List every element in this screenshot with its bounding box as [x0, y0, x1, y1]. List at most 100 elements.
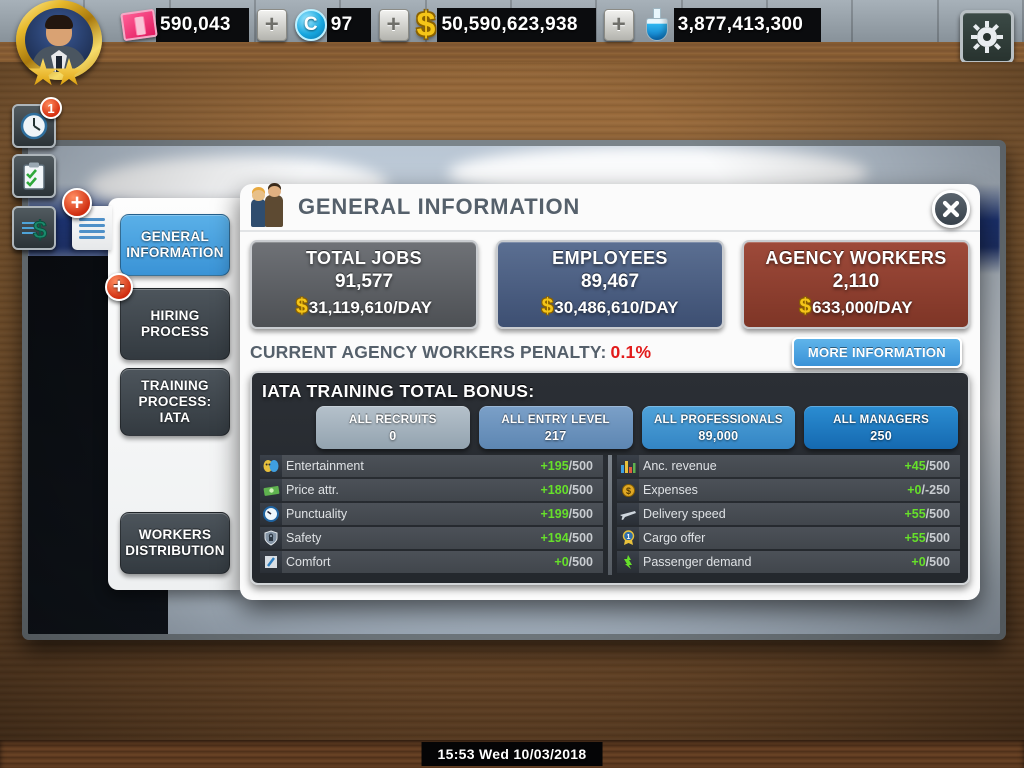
bonus-amount: +180 — [540, 483, 569, 497]
resource-strip: 590,043 C 97 $ 50,590,623,938 3,877,413,… — [120, 6, 822, 44]
card-rate-value: 633,000/DAY — [812, 298, 913, 317]
ticket-icon — [120, 8, 158, 42]
medal-icon: 1 — [617, 527, 639, 549]
bonus-max: /-250 — [921, 483, 951, 497]
tool-button-clock[interactable]: 1 — [12, 97, 62, 148]
card-value: 89,467 — [580, 271, 640, 292]
card-rate: $30,486,610/DAY — [502, 295, 718, 319]
player-avatar[interactable] — [8, 0, 108, 90]
hiring-add-badge[interactable]: + — [105, 273, 133, 301]
card-rate: $633,000/DAY — [748, 295, 964, 319]
svg-text:$: $ — [625, 486, 630, 496]
bonus-row-cargo-offer: 1 Cargo offer +55/500 — [617, 527, 960, 549]
summary-card-total-jobs: TOTAL JOBS 91,577 $31,119,610/DAY — [250, 240, 478, 329]
penalty-label: CURRENT AGENCY WORKERS PENALTY: — [250, 341, 607, 362]
bonus-max: /500 — [568, 483, 593, 497]
bonus-amount: +195 — [540, 459, 569, 473]
close-icon — [942, 200, 960, 218]
bonus-row-entertainment: Entertainment +195/500 — [260, 455, 603, 477]
card-title: AGENCY WORKERS — [765, 248, 947, 268]
column-divider — [608, 455, 612, 575]
airplane-icon — [617, 503, 639, 525]
hamburger-menu-icon — [79, 223, 105, 227]
resource-value: 50,590,623,938 — [441, 14, 578, 35]
bonus-amount: +0 — [907, 483, 922, 497]
penalty-value: 0.1% — [610, 341, 652, 362]
bonus-column-left: Entertainment +195/500 Price attr. +180/… — [260, 455, 603, 575]
currency-symbol: $ — [296, 295, 308, 318]
bonus-value: +199/500 — [541, 507, 604, 521]
iata-title: IATA TRAINING TOTAL BONUS: — [262, 381, 535, 401]
group-button-all-entry-level[interactable]: ALL ENTRY LEVEL 217 — [478, 406, 633, 449]
settings-button[interactable] — [960, 10, 1014, 62]
bonus-row-passenger-demand: Passenger demand +0/500 — [617, 551, 960, 573]
shield-lock-icon — [260, 527, 282, 549]
close-button[interactable] — [932, 190, 970, 228]
coin-icon: $ — [617, 479, 639, 501]
sidebar-item-label: GENERAL INFORMATION — [126, 229, 224, 260]
notification-badge: 1 — [40, 97, 62, 119]
bonus-max: /500 — [925, 507, 950, 521]
group-label: ALL PROFESSIONALS — [653, 414, 783, 426]
money-bundle-icon — [260, 479, 282, 501]
sidebar-item-training-process-iata[interactable]: TRAINING PROCESS: IATA — [120, 368, 230, 436]
group-button-all-professionals[interactable]: ALL PROFESSIONALS 89,000 — [641, 406, 796, 449]
group-label: ALL RECRUITS — [349, 414, 437, 426]
bonus-max: /500 — [925, 531, 950, 545]
hud-wood-strip — [0, 42, 1024, 62]
seat-icon — [260, 551, 282, 573]
menu-add-badge[interactable]: + — [62, 188, 92, 218]
bonus-row-delivery-speed: Delivery speed +55/500 — [617, 503, 960, 525]
gear-icon — [971, 21, 1003, 53]
bonus-label: Expenses — [643, 483, 698, 497]
bonus-max: /500 — [925, 555, 950, 569]
tool-button-tasks[interactable] — [12, 154, 56, 198]
svg-text:$: $ — [33, 216, 47, 243]
summary-cards: TOTAL JOBS 91,577 $31,119,610/DAY EMPLOY… — [250, 240, 970, 329]
bonus-label: Delivery speed — [643, 507, 726, 521]
finance-dollar-icon: $ — [22, 216, 48, 243]
bonus-value: +0/-250 — [907, 483, 960, 497]
bonus-value: +0/500 — [911, 555, 960, 569]
hamburger-menu-icon — [79, 217, 105, 221]
group-button-all-managers[interactable]: ALL MANAGERS 250 — [804, 406, 958, 449]
group-count: 217 — [544, 429, 567, 443]
bonus-value: +55/500 — [904, 531, 960, 545]
research-flask-icon — [644, 8, 670, 42]
resource-coins: 97 — [326, 8, 371, 42]
card-value: 91,577 — [334, 271, 394, 292]
svg-text:1: 1 — [626, 534, 630, 541]
hamburger-menu-icon — [79, 229, 105, 233]
card-title: TOTAL JOBS — [305, 248, 423, 268]
bonus-label: Entertainment — [286, 459, 364, 473]
dollar-icon: $ — [416, 6, 436, 44]
group-count: 0 — [389, 429, 397, 443]
bonus-label: Cargo offer — [643, 531, 706, 545]
bonus-row-anc-revenue: Anc. revenue +45/500 — [617, 455, 960, 477]
bar-chart-icon — [617, 455, 639, 477]
bonus-amount: +0 — [554, 555, 569, 569]
sidebar-item-workers-distribution[interactable]: WORKERS DISTRIBUTION — [120, 512, 230, 574]
clipboard-checklist-icon — [23, 162, 45, 190]
card-title: EMPLOYEES — [552, 248, 668, 268]
group-button-all-recruits[interactable]: ALL RECRUITS 0 — [316, 406, 470, 449]
staff-couple-icon — [250, 186, 288, 227]
resource-research: 3,877,413,300 — [673, 8, 822, 42]
bonus-amount: +194 — [540, 531, 569, 545]
sidebar-item-hiring-process[interactable]: + HIRING PROCESS — [105, 273, 230, 360]
sidebar-item-general-information[interactable]: GENERAL INFORMATION — [120, 214, 230, 276]
general-information-dialog: GENERAL INFORMATION TOTAL JOBS 91,577 $3… — [240, 184, 980, 600]
avatar-portrait — [25, 8, 93, 72]
add-money-button[interactable] — [603, 9, 634, 41]
bonus-row-price-attr: Price attr. +180/500 — [260, 479, 603, 501]
tool-button-finance[interactable]: $ — [12, 206, 56, 250]
add-tickets-button[interactable] — [256, 9, 287, 41]
page-title: GENERAL INFORMATION — [298, 194, 581, 219]
more-information-button[interactable]: MORE INFORMATION — [791, 336, 962, 368]
resource-money: 50,590,623,938 — [437, 8, 596, 42]
bonus-label: Price attr. — [286, 483, 339, 497]
sidebar-item-label: TRAINING PROCESS: IATA — [138, 378, 212, 425]
add-coins-button[interactable] — [378, 9, 409, 41]
bonus-label: Punctuality — [286, 507, 348, 521]
resource-value: 590,043 — [160, 14, 231, 35]
